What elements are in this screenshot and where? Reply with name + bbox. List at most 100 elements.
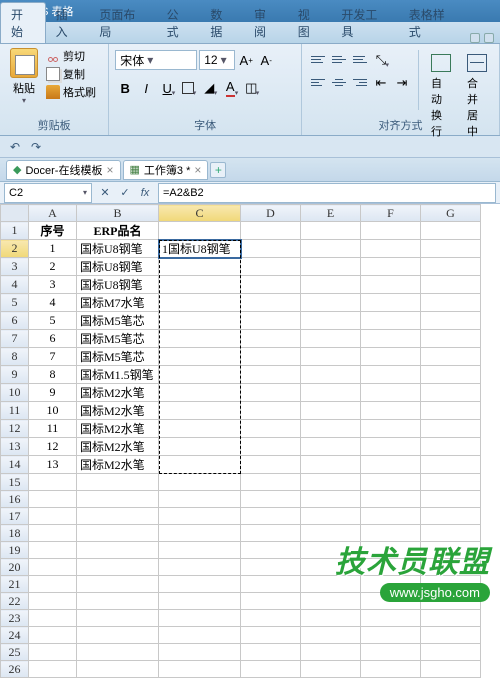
cell[interactable]: 国标M2水笔 bbox=[77, 402, 159, 420]
cell[interactable] bbox=[361, 456, 421, 474]
cut-button[interactable]: 剪切 bbox=[46, 48, 96, 64]
cell[interactable] bbox=[159, 491, 241, 508]
cell[interactable] bbox=[301, 402, 361, 420]
tab-page-layout[interactable]: 页面布局 bbox=[89, 3, 156, 43]
cell[interactable] bbox=[159, 610, 241, 627]
align-right-button[interactable] bbox=[350, 73, 370, 91]
cell[interactable] bbox=[361, 627, 421, 644]
cell[interactable] bbox=[421, 456, 481, 474]
cell[interactable]: 3 bbox=[29, 276, 77, 294]
cell[interactable] bbox=[241, 240, 301, 258]
cell[interactable] bbox=[77, 508, 159, 525]
cell[interactable] bbox=[159, 366, 241, 384]
align-center-button[interactable] bbox=[329, 73, 349, 91]
cell[interactable] bbox=[29, 559, 77, 576]
cell[interactable] bbox=[421, 438, 481, 456]
cell[interactable]: 11 bbox=[29, 420, 77, 438]
row-header[interactable]: 11 bbox=[1, 402, 29, 420]
cell[interactable] bbox=[361, 312, 421, 330]
new-tab-button[interactable]: + bbox=[210, 162, 226, 178]
cell[interactable] bbox=[361, 240, 421, 258]
cell[interactable] bbox=[159, 644, 241, 661]
cell[interactable] bbox=[361, 258, 421, 276]
cell[interactable] bbox=[159, 348, 241, 366]
cell[interactable] bbox=[301, 294, 361, 312]
cell[interactable] bbox=[421, 661, 481, 678]
cell[interactable]: 国标M7水笔 bbox=[77, 294, 159, 312]
cell[interactable]: 国标M2水笔 bbox=[77, 384, 159, 402]
cell[interactable] bbox=[159, 593, 241, 610]
cell[interactable] bbox=[241, 559, 301, 576]
tab-developer[interactable]: 开发工具 bbox=[331, 3, 398, 43]
cell[interactable] bbox=[77, 525, 159, 542]
spreadsheet[interactable]: A B C D E F G 1 序号 ERP品名 2 1 国标U8钢笔 1国标U… bbox=[0, 204, 500, 678]
cell[interactable] bbox=[361, 330, 421, 348]
row-header[interactable]: 16 bbox=[1, 491, 29, 508]
undo-button[interactable]: ↶ bbox=[6, 138, 24, 156]
tab-view[interactable]: 视图 bbox=[288, 3, 332, 43]
row-header[interactable]: 24 bbox=[1, 627, 29, 644]
cell[interactable] bbox=[241, 627, 301, 644]
tab-home[interactable]: 开始 bbox=[0, 2, 46, 43]
col-header-b[interactable]: B bbox=[77, 205, 159, 222]
cell[interactable] bbox=[159, 384, 241, 402]
cell[interactable]: 10 bbox=[29, 402, 77, 420]
row-header[interactable]: 13 bbox=[1, 438, 29, 456]
col-header-c[interactable]: C bbox=[159, 205, 241, 222]
row-header[interactable]: 4 bbox=[1, 276, 29, 294]
cell[interactable] bbox=[301, 348, 361, 366]
cell[interactable]: 1国标U8钢笔 bbox=[159, 240, 241, 258]
row-header[interactable]: 20 bbox=[1, 559, 29, 576]
cell[interactable] bbox=[241, 402, 301, 420]
cell[interactable]: ERP品名 bbox=[77, 222, 159, 240]
row-header[interactable]: 12 bbox=[1, 420, 29, 438]
cell[interactable] bbox=[361, 402, 421, 420]
cell[interactable] bbox=[361, 661, 421, 678]
cell[interactable] bbox=[29, 593, 77, 610]
col-header-g[interactable]: G bbox=[421, 205, 481, 222]
cell[interactable] bbox=[421, 222, 481, 240]
cell[interactable] bbox=[29, 491, 77, 508]
row-header[interactable]: 18 bbox=[1, 525, 29, 542]
row-header[interactable]: 21 bbox=[1, 576, 29, 593]
cell[interactable] bbox=[361, 491, 421, 508]
cell[interactable] bbox=[29, 508, 77, 525]
tab-formulas[interactable]: 公式 bbox=[157, 3, 201, 43]
cell[interactable]: 12 bbox=[29, 438, 77, 456]
cell[interactable]: 5 bbox=[29, 312, 77, 330]
cell[interactable] bbox=[361, 294, 421, 312]
copy-button[interactable]: 复制 bbox=[46, 66, 96, 82]
cell[interactable] bbox=[77, 627, 159, 644]
row-header[interactable]: 2 bbox=[1, 240, 29, 258]
cell[interactable] bbox=[159, 402, 241, 420]
col-header-a[interactable]: A bbox=[29, 205, 77, 222]
cell[interactable] bbox=[159, 294, 241, 312]
cell[interactable]: 国标U8钢笔 bbox=[77, 276, 159, 294]
cell[interactable] bbox=[29, 576, 77, 593]
cell[interactable] bbox=[301, 420, 361, 438]
cell[interactable] bbox=[421, 627, 481, 644]
cell[interactable]: 国标M5笔芯 bbox=[77, 312, 159, 330]
cell[interactable] bbox=[159, 542, 241, 559]
tab-review[interactable]: 审阅 bbox=[244, 3, 288, 43]
cell[interactable] bbox=[301, 474, 361, 491]
ribbon-help-icon[interactable] bbox=[484, 33, 494, 43]
cell[interactable] bbox=[421, 474, 481, 491]
row-header[interactable]: 19 bbox=[1, 542, 29, 559]
row-header[interactable]: 6 bbox=[1, 312, 29, 330]
cell[interactable] bbox=[29, 474, 77, 491]
cell[interactable] bbox=[421, 294, 481, 312]
fill-color-button[interactable]: ◢ bbox=[199, 78, 219, 98]
close-icon[interactable]: × bbox=[194, 163, 201, 177]
doc-tab-docer[interactable]: ◆ Docer-在线模板 × bbox=[6, 160, 121, 180]
cell[interactable]: 国标U8钢笔 bbox=[77, 240, 159, 258]
cell[interactable] bbox=[77, 644, 159, 661]
cell[interactable] bbox=[241, 438, 301, 456]
cell[interactable]: 2 bbox=[29, 258, 77, 276]
cell[interactable] bbox=[301, 258, 361, 276]
cell[interactable] bbox=[301, 366, 361, 384]
row-header[interactable]: 10 bbox=[1, 384, 29, 402]
cell[interactable]: 6 bbox=[29, 330, 77, 348]
cell[interactable] bbox=[159, 222, 241, 240]
decrease-font-button[interactable]: A- bbox=[257, 50, 275, 70]
